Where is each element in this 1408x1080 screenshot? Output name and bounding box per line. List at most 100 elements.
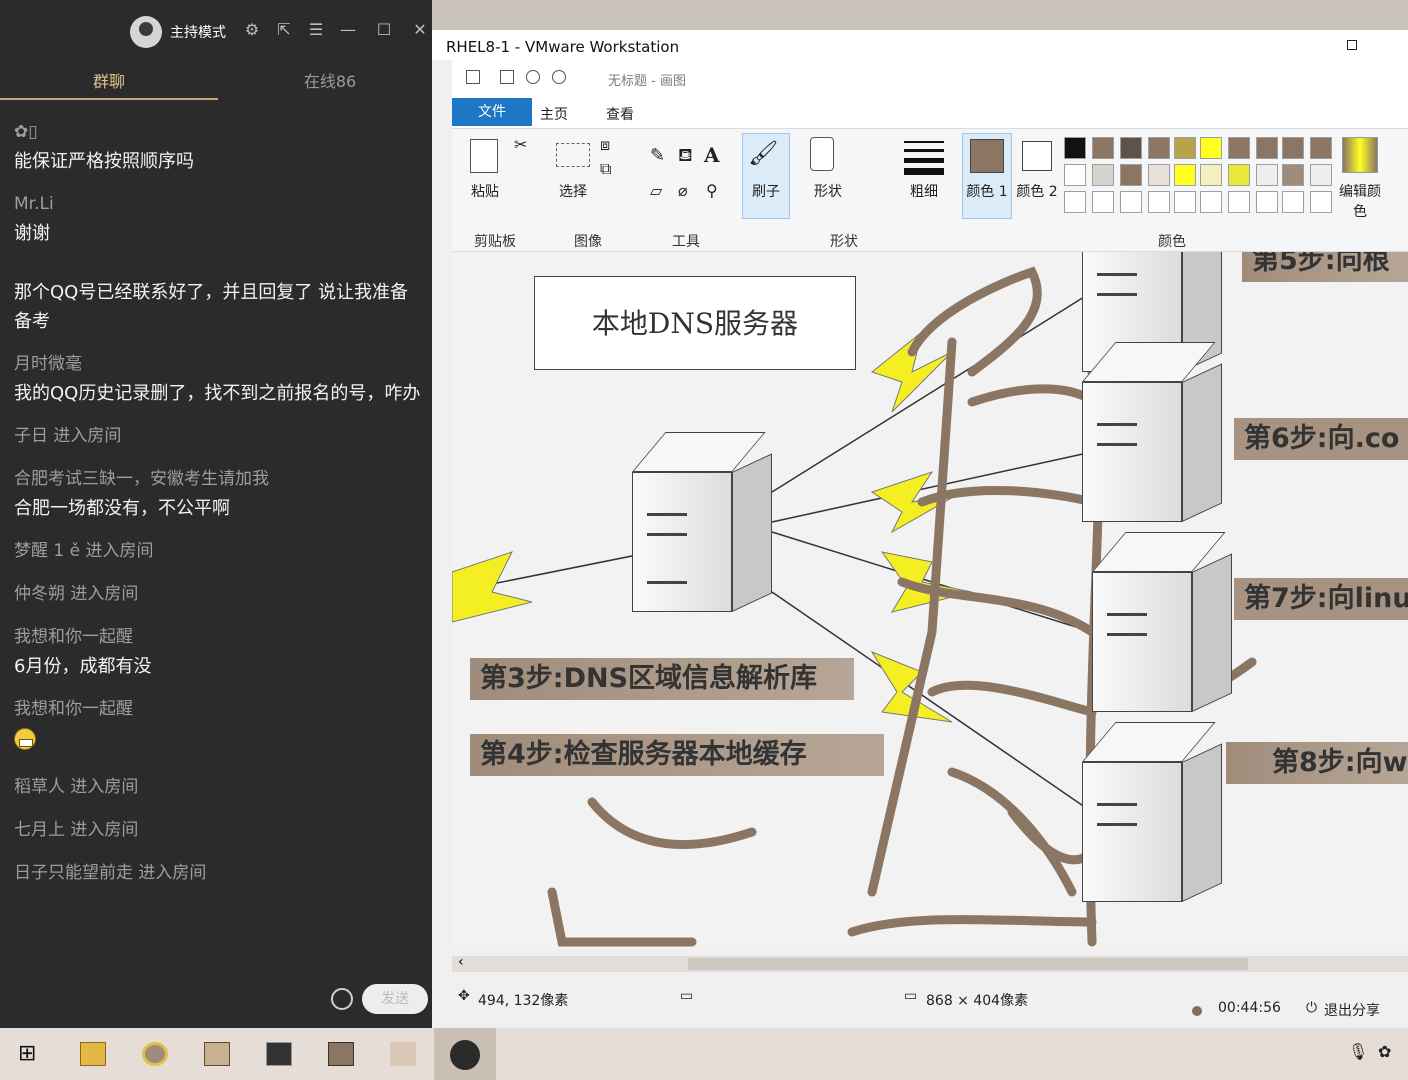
menu-icon[interactable]: ☰ (306, 20, 326, 40)
paste-button[interactable]: 粘贴 (468, 181, 502, 201)
cut-icon[interactable]: ✂ (514, 135, 527, 154)
vm-side-strip (432, 60, 452, 1028)
group-colors: 颜色 (1158, 234, 1186, 250)
host-avatar[interactable] (130, 16, 162, 48)
line-size-icon[interactable] (904, 168, 944, 175)
vmware-icon[interactable] (204, 1042, 230, 1066)
palette-swatch[interactable] (1148, 191, 1170, 213)
tab-online[interactable]: 在线86 (218, 68, 442, 92)
paste-icon[interactable] (470, 139, 498, 173)
palette-swatch[interactable] (1200, 191, 1222, 213)
cursor-position: 494, 132像素 (478, 993, 569, 1009)
redo-icon[interactable] (552, 70, 566, 84)
send-button[interactable]: 发送 (362, 984, 428, 1014)
crop-icon[interactable]: ⧈ (600, 135, 610, 155)
shape-icon[interactable] (810, 137, 834, 171)
palette-swatch[interactable] (1092, 191, 1114, 213)
text-tool-icon[interactable]: A (704, 143, 720, 167)
tab-file[interactable]: 文件 (452, 98, 532, 126)
list-item: 那个QQ号已经联系好了，并且回复了 说让我准备备考 (14, 278, 424, 336)
palette-swatch[interactable] (1120, 164, 1142, 186)
maximize-icon[interactable]: ☐ (374, 20, 394, 40)
color-picker-icon[interactable]: ⌀ (678, 181, 688, 200)
paint-taskbar-icon[interactable] (390, 1042, 416, 1066)
palette-swatch[interactable] (1256, 164, 1278, 186)
palette-swatch[interactable] (1310, 137, 1332, 159)
palette-swatch[interactable] (1228, 137, 1250, 159)
eraser-icon[interactable]: ▱ (650, 181, 662, 200)
microphone-icon[interactable]: 🎙 (1348, 1042, 1374, 1066)
windows-start-icon[interactable]: ⊞ (18, 1042, 44, 1066)
palette-swatch[interactable] (1092, 137, 1114, 159)
palette-swatch[interactable] (1228, 164, 1250, 186)
tab-view[interactable]: 查看 (606, 104, 634, 124)
palette-swatch[interactable] (1148, 164, 1170, 186)
settings-icon[interactable]: ⚙ (242, 20, 262, 40)
list-item: 仲冬朔 进入房间 (14, 580, 424, 609)
palette-swatch[interactable] (1310, 164, 1332, 186)
tab-group-chat[interactable]: 群聊 (0, 68, 218, 100)
size-button[interactable]: 粗细 (908, 181, 940, 201)
close-icon[interactable]: ✕ (410, 20, 430, 40)
paint-title: 无标题 - 画图 (608, 74, 686, 89)
ribbon-tabs: 文件 主页 查看 (452, 98, 1408, 128)
palette-swatch[interactable] (1174, 164, 1196, 186)
app-c-icon[interactable] (328, 1042, 354, 1066)
palette-swatch[interactable] (1282, 137, 1304, 159)
palette-swatch[interactable] (1228, 191, 1250, 213)
fill-icon[interactable]: ⛾ (678, 145, 693, 169)
dns-server-box: 本地DNS服务器 (534, 276, 856, 370)
select-button[interactable]: 选择 (556, 181, 590, 201)
maximize-icon[interactable] (1347, 40, 1357, 50)
meeting-app-icon[interactable] (450, 1040, 480, 1070)
palette-swatch[interactable] (1064, 137, 1086, 159)
sender-name: Mr.Li (14, 194, 54, 214)
chat-panel: 主持模式 ⚙ ⇱ ☰ — ☐ ✕ 群聊 在线86 ✿▯ 能保证严格按照顺序吗 M… (0, 0, 432, 1028)
exit-share-button[interactable]: 退出分享 (1324, 1000, 1380, 1020)
palette-swatch[interactable] (1120, 137, 1142, 159)
scroll-left-icon[interactable]: ‹ (458, 954, 464, 970)
save-icon[interactable] (500, 70, 514, 84)
file-explorer-icon[interactable] (80, 1042, 106, 1066)
edit-colors-button[interactable]: 编辑颜色 (1336, 181, 1384, 221)
palette-swatch[interactable] (1310, 191, 1332, 213)
tab-home[interactable]: 主页 (540, 104, 568, 124)
pencil-icon[interactable]: ✎ (650, 145, 665, 166)
palette-swatch[interactable] (1064, 164, 1086, 186)
palette-swatch[interactable] (1256, 137, 1278, 159)
palette-swatch[interactable] (1256, 191, 1278, 213)
palette-swatch[interactable] (1064, 191, 1086, 213)
resize-icon[interactable]: ⧉ (600, 159, 611, 179)
edit-colors-icon[interactable] (1342, 137, 1378, 173)
palette-swatch[interactable] (1092, 164, 1114, 186)
scrollbar-thumb[interactable] (688, 958, 1248, 970)
shape-button[interactable]: 形状 (812, 181, 844, 201)
palette-swatch[interactable] (1200, 137, 1222, 159)
palette-swatch[interactable] (1174, 137, 1196, 159)
select-icon[interactable] (556, 143, 590, 167)
quick-access-toolbar: 无标题 - 画图 (452, 64, 1408, 90)
color2-label[interactable]: 颜色 2 (1016, 181, 1058, 201)
palette-swatch[interactable] (1120, 191, 1142, 213)
terminal-icon[interactable] (266, 1042, 292, 1066)
browser-icon[interactable] (142, 1042, 168, 1066)
palette-swatch[interactable] (1282, 191, 1304, 213)
paint-canvas[interactable]: 本地DNS服务器 第3步:DNS区域信息解析库 第4步:检查服务器本地缓存 第5… (452, 252, 1408, 950)
horizontal-scrollbar[interactable]: ‹ (452, 954, 1408, 972)
bolt-icon (452, 551, 533, 623)
magnifier-icon[interactable]: ⚲ (706, 181, 718, 200)
popout-icon[interactable]: ⇱ (274, 20, 294, 40)
undo-icon[interactable] (526, 70, 540, 84)
join-notice: 仲冬朔 进入房间 (14, 584, 139, 604)
palette-swatch[interactable] (1200, 164, 1222, 186)
palette-swatch[interactable] (1282, 164, 1304, 186)
emoji-picker-icon[interactable] (331, 988, 353, 1010)
paint-statusbar: ‹ ✥ 494, 132像素 ▭ ▭ 868 × 404像素 (452, 950, 1408, 1028)
palette-swatch[interactable] (1148, 137, 1170, 159)
palette-swatch[interactable] (1174, 191, 1196, 213)
list-item: 我想和你一起醒 6月份，成都有没 (14, 623, 424, 681)
color2-swatch[interactable] (1022, 141, 1052, 171)
minimize-icon[interactable]: — (338, 20, 358, 40)
host-mode-label: 主持模式 (170, 25, 226, 41)
tray-app-icon[interactable]: ✿ (1378, 1042, 1404, 1066)
